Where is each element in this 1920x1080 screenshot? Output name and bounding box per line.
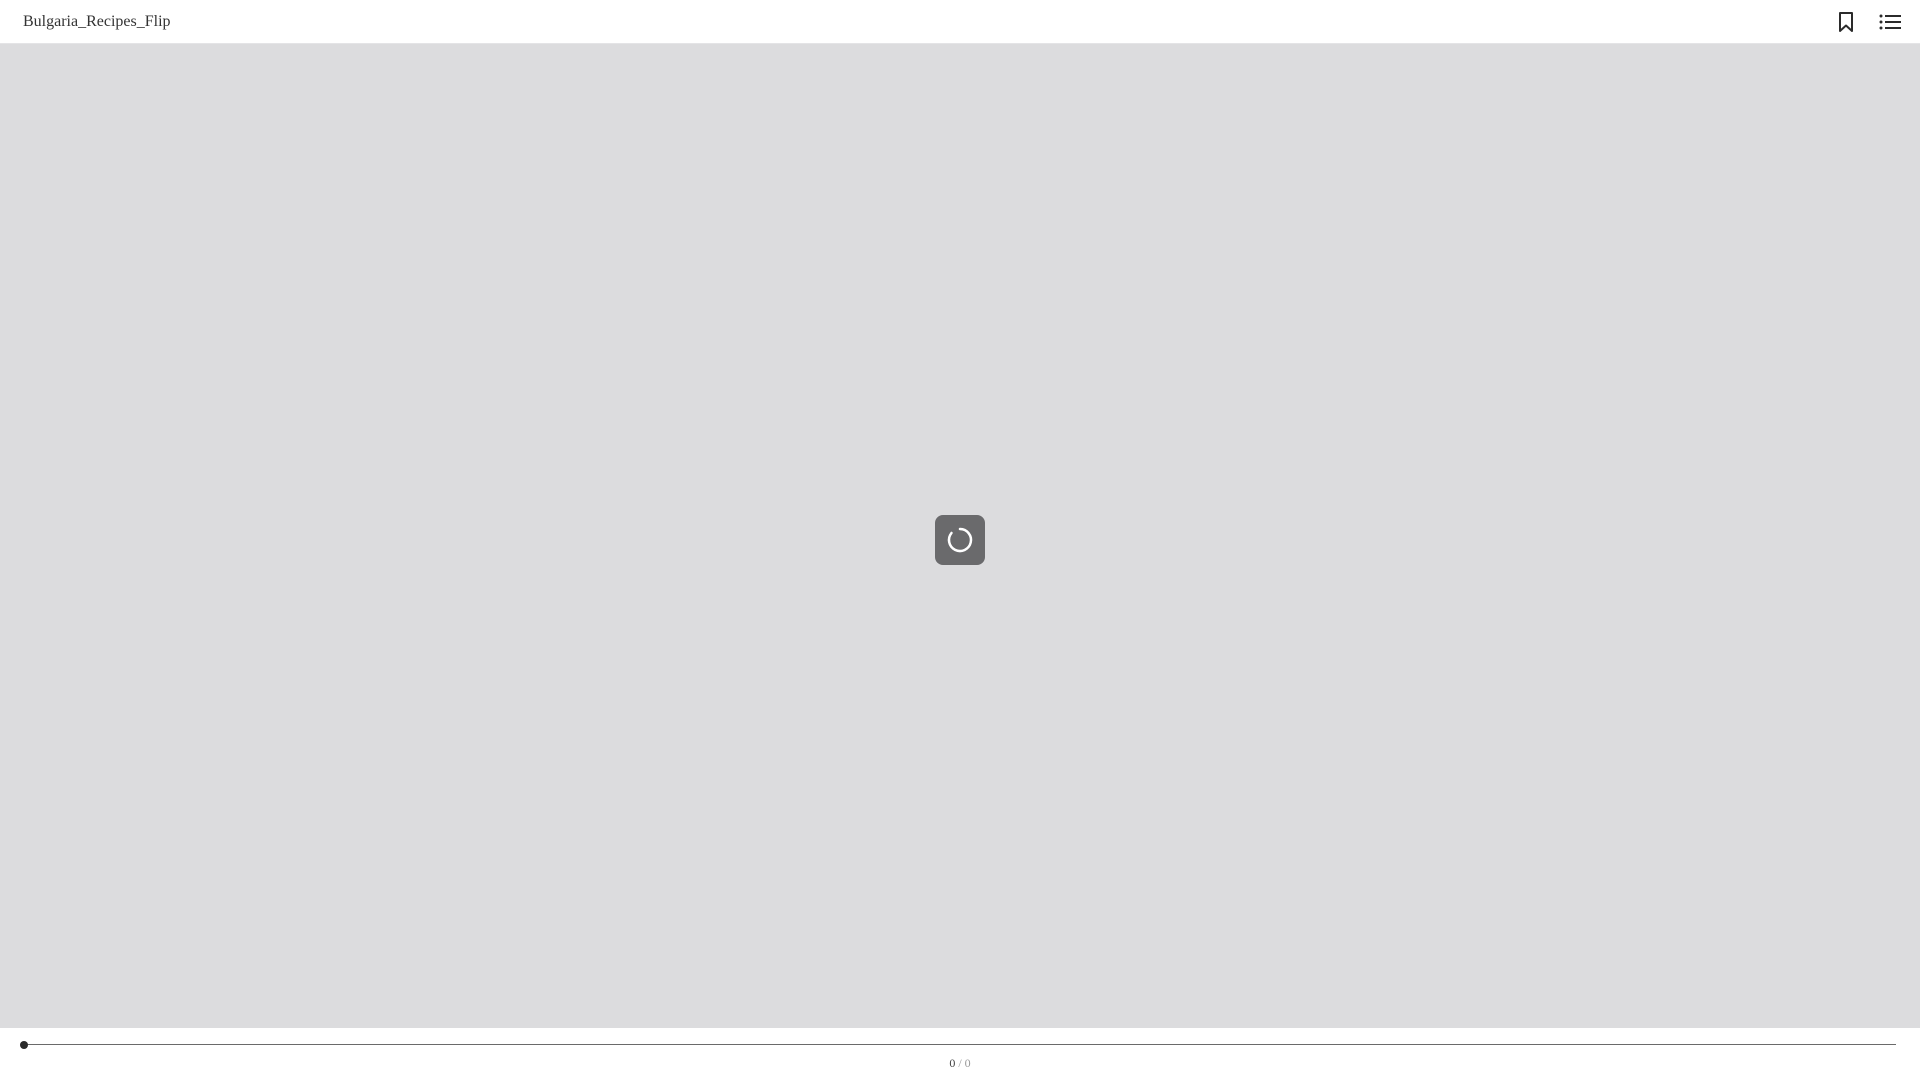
slider-track[interactable] bbox=[24, 1044, 1896, 1045]
bottom-bar: 0 / 0 bbox=[0, 1028, 1920, 1080]
document-viewer[interactable] bbox=[0, 44, 1920, 1028]
top-bar: Bulgaria_Recipes_Flip bbox=[0, 0, 1920, 44]
bookmark-button[interactable] bbox=[1832, 8, 1860, 36]
current-page: 0 bbox=[949, 1056, 956, 1070]
page-slider[interactable] bbox=[20, 1039, 1896, 1051]
page-separator: / bbox=[958, 1056, 962, 1070]
page-counter: 0 / 0 bbox=[0, 1055, 1920, 1071]
slider-thumb[interactable] bbox=[20, 1041, 28, 1049]
bookmark-icon bbox=[1839, 12, 1853, 32]
list-icon bbox=[1879, 14, 1901, 30]
loading-spinner-icon bbox=[947, 527, 973, 553]
document-title: Bulgaria_Recipes_Flip bbox=[23, 13, 171, 30]
loading-indicator bbox=[935, 515, 985, 565]
total-pages: 0 bbox=[964, 1056, 971, 1070]
table-of-contents-button[interactable] bbox=[1876, 8, 1904, 36]
